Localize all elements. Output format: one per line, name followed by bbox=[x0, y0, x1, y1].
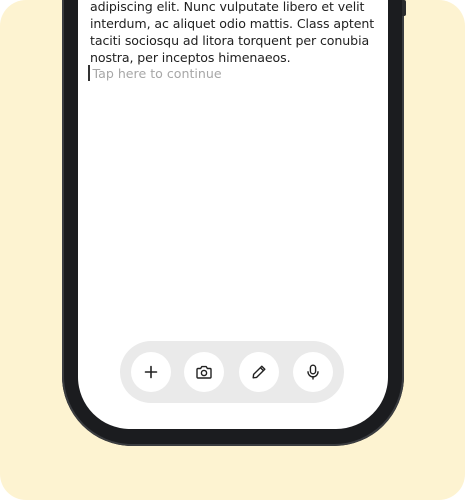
text-caret bbox=[88, 65, 90, 81]
note-continue-input[interactable]: Tap here to continue bbox=[88, 64, 222, 82]
plus-icon bbox=[143, 364, 159, 380]
note-body-text: adipiscing elit. Nunc vulputate libero e… bbox=[90, 0, 380, 66]
phone-screen: adipiscing elit. Nunc vulputate libero e… bbox=[78, 0, 388, 429]
voice-button[interactable] bbox=[293, 352, 333, 392]
camera-button[interactable] bbox=[184, 352, 224, 392]
microphone-icon bbox=[304, 363, 322, 381]
draw-button[interactable] bbox=[239, 352, 279, 392]
camera-icon bbox=[195, 363, 213, 381]
continue-placeholder: Tap here to continue bbox=[92, 65, 222, 81]
bottom-toolbar bbox=[120, 341, 344, 403]
pencil-icon bbox=[250, 363, 268, 381]
phone-side-button bbox=[402, 0, 406, 16]
note-line: taciti sociosqu ad litora torquent per c… bbox=[90, 33, 370, 48]
note-line: interdum, ac aliquet odio mattis. Class … bbox=[90, 16, 375, 31]
note-line: adipiscing elit. Nunc vulputate libero e… bbox=[90, 0, 365, 14]
add-button[interactable] bbox=[131, 352, 171, 392]
